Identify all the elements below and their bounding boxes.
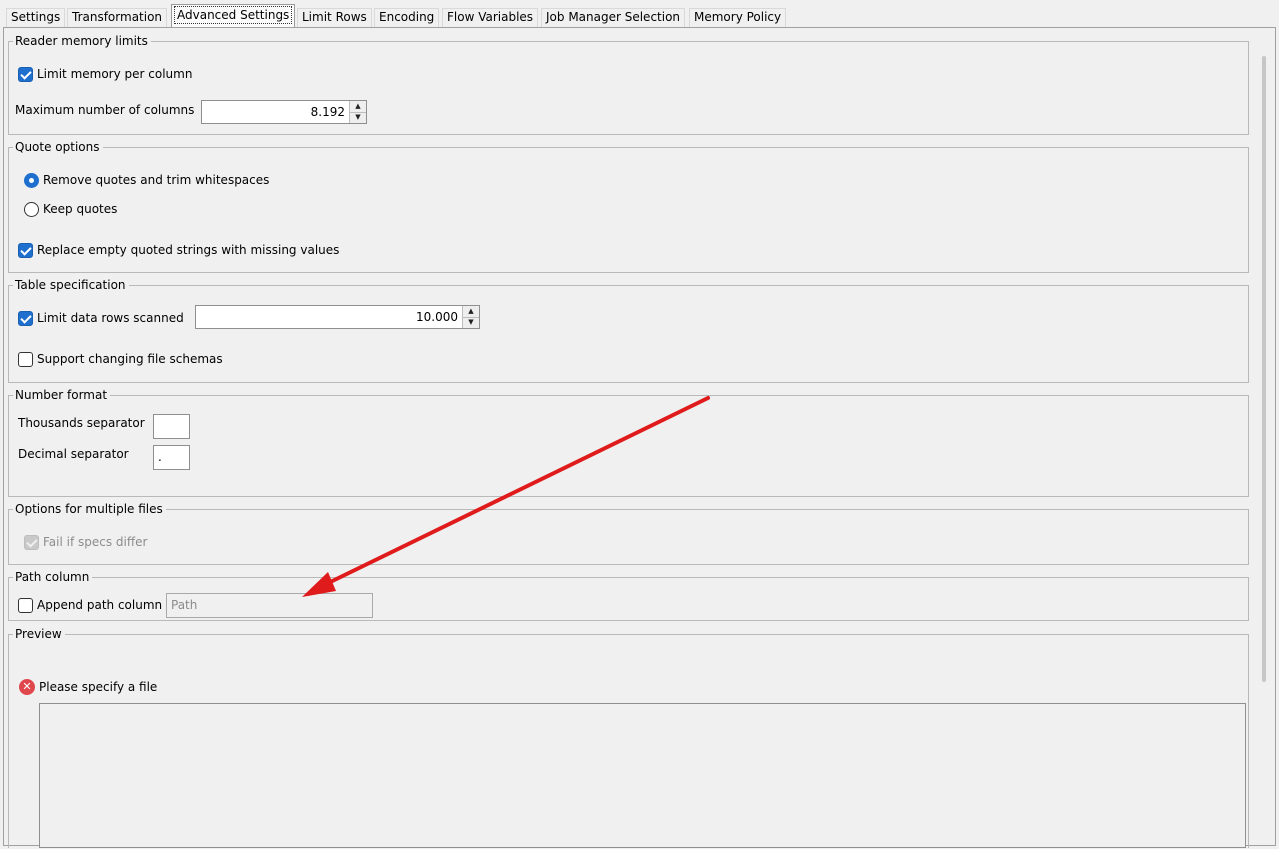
tab-limit-rows-label: Limit Rows bbox=[302, 10, 367, 24]
tab-flow-variables-label: Flow Variables bbox=[447, 10, 534, 24]
limit-rows-label: Limit data rows scanned bbox=[37, 311, 184, 325]
reader-memory-title: Reader memory limits bbox=[13, 33, 151, 49]
limit-memory-checkbox[interactable] bbox=[18, 66, 33, 82]
multiple-files-title: Options for multiple files bbox=[13, 501, 166, 517]
limit-memory-label: Limit memory per column bbox=[37, 67, 193, 81]
tab-encoding[interactable]: Encoding bbox=[374, 8, 440, 27]
tab-settings-label: Settings bbox=[11, 10, 61, 24]
limit-memory-checkbox-row[interactable]: Limit memory per column bbox=[18, 64, 192, 84]
tab-transformation-label: Transformation bbox=[72, 10, 163, 24]
keep-quotes-radio-row[interactable]: Keep quotes bbox=[24, 199, 117, 219]
preview-error-message: Please specify a file bbox=[39, 680, 158, 694]
append-path-checkbox[interactable] bbox=[18, 597, 33, 613]
append-path-label: Append path column bbox=[37, 598, 163, 612]
decimal-separator-label: Decimal separator bbox=[18, 447, 129, 461]
decimal-separator-field[interactable]: . bbox=[153, 445, 190, 470]
multiple-files-group: Options for multiple files Fail if specs… bbox=[8, 501, 1249, 565]
preview-error-row: ✕ Please specify a file bbox=[19, 677, 157, 697]
support-schema-checkbox-row[interactable]: Support changing file schemas bbox=[18, 349, 223, 369]
path-column-group: Path column Append path column Path bbox=[8, 569, 1249, 621]
max-columns-spinner[interactable]: 8.192 ▲ ▼ bbox=[201, 100, 367, 124]
tab-settings[interactable]: Settings bbox=[6, 8, 66, 27]
fail-specs-label: Fail if specs differ bbox=[43, 535, 148, 549]
fail-specs-checkbox bbox=[24, 534, 39, 550]
vertical-scrollbar[interactable] bbox=[1262, 56, 1266, 682]
max-columns-label: Maximum number of columns bbox=[15, 103, 195, 117]
tab-memory-policy-label: Memory Policy bbox=[694, 10, 782, 24]
replace-empty-checkbox-row[interactable]: Replace empty quoted strings with missin… bbox=[18, 240, 339, 260]
caret-up-icon[interactable]: ▲ bbox=[350, 101, 366, 112]
support-schema-label: Support changing file schemas bbox=[37, 352, 223, 366]
tab-advanced-settings-label: Advanced Settings bbox=[173, 6, 293, 24]
remove-quotes-radio[interactable] bbox=[24, 172, 39, 188]
thousands-separator-field[interactable] bbox=[153, 414, 190, 439]
append-path-checkbox-row[interactable]: Append path column bbox=[18, 595, 162, 615]
table-spec-title: Table specification bbox=[13, 277, 129, 293]
caret-down-icon[interactable]: ▼ bbox=[350, 111, 366, 124]
caret-down-icon[interactable]: ▼ bbox=[463, 316, 479, 329]
max-columns-value[interactable]: 8.192 bbox=[202, 101, 349, 123]
tab-encoding-label: Encoding bbox=[379, 10, 435, 24]
tab-limit-rows[interactable]: Limit Rows bbox=[297, 8, 372, 27]
preview-title: Preview bbox=[13, 626, 65, 642]
preview-table-area bbox=[39, 703, 1246, 848]
keep-quotes-radio[interactable] bbox=[24, 201, 39, 217]
replace-empty-label: Replace empty quoted strings with missin… bbox=[37, 243, 340, 257]
number-format-group: Number format Thousands separator Decima… bbox=[8, 387, 1249, 497]
fail-specs-checkbox-row: Fail if specs differ bbox=[24, 532, 147, 552]
support-schema-checkbox[interactable] bbox=[18, 351, 33, 367]
tab-memory-policy[interactable]: Memory Policy bbox=[689, 8, 787, 27]
limit-rows-checkbox[interactable] bbox=[18, 310, 33, 326]
caret-up-icon[interactable]: ▲ bbox=[463, 306, 479, 317]
remove-quotes-radio-row[interactable]: Remove quotes and trim whitespaces bbox=[24, 170, 269, 190]
remove-quotes-label: Remove quotes and trim whitespaces bbox=[43, 173, 270, 187]
limit-rows-value[interactable]: 10.000 bbox=[196, 306, 462, 328]
reader-memory-group: Reader memory limits Limit memory per co… bbox=[8, 33, 1249, 135]
tab-job-manager-selection-label: Job Manager Selection bbox=[546, 10, 681, 24]
limit-rows-checkbox-row[interactable]: Limit data rows scanned bbox=[18, 308, 184, 328]
number-format-title: Number format bbox=[13, 387, 111, 403]
tab-job-manager-selection[interactable]: Job Manager Selection bbox=[541, 8, 686, 27]
path-column-name-field: Path bbox=[166, 593, 373, 618]
replace-empty-checkbox[interactable] bbox=[18, 242, 33, 258]
tab-flow-variables[interactable]: Flow Variables bbox=[442, 8, 539, 27]
thousands-separator-label: Thousands separator bbox=[18, 416, 145, 430]
path-column-title: Path column bbox=[13, 569, 93, 585]
tab-advanced-settings[interactable]: Advanced Settings bbox=[171, 4, 296, 28]
keep-quotes-label: Keep quotes bbox=[43, 202, 118, 216]
quote-options-group: Quote options Remove quotes and trim whi… bbox=[8, 139, 1249, 273]
limit-rows-spinner[interactable]: 10.000 ▲ ▼ bbox=[195, 305, 480, 329]
tab-transformation[interactable]: Transformation bbox=[67, 8, 168, 27]
table-spec-group: Table specification Limit data rows scan… bbox=[8, 277, 1249, 383]
quote-options-title: Quote options bbox=[13, 139, 103, 155]
error-circle-icon: ✕ bbox=[19, 679, 35, 695]
